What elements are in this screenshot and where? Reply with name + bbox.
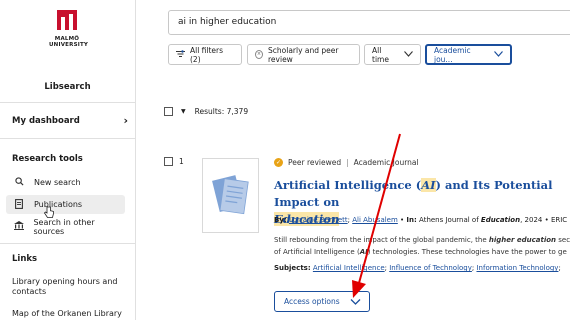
university-logo[interactable]: MALMÖ UNIVERSITY: [49, 8, 89, 48]
abstract-highlight: AI: [359, 248, 368, 256]
access-options-label: Access options: [284, 297, 340, 306]
time-filter-label: All time: [372, 45, 389, 64]
results-count: Results: 7,379: [194, 107, 249, 116]
document-icon: [10, 198, 28, 211]
malmo-logo-icon: [57, 10, 77, 30]
chevron-down-icon: [494, 50, 503, 59]
link-opening-hours[interactable]: Library opening hours and contacts: [12, 277, 127, 297]
result-subjects: Subjects: Artificial Intelligence; Influ…: [274, 264, 561, 272]
title-highlight: AI: [421, 178, 436, 192]
logo-text: MALMÖ UNIVERSITY: [49, 36, 89, 48]
author-link[interactable]: Lorraine Bennett: [289, 216, 348, 224]
result-checkbox[interactable]: [164, 157, 173, 166]
source-type-filter-dropdown[interactable]: Academic jou...: [425, 44, 512, 65]
result-byline: By: Lorraine Bennett; Ali Abusalem • In:…: [274, 216, 568, 224]
search-input[interactable]: ai in higher education: [168, 10, 570, 35]
access-options-button[interactable]: Access options: [274, 291, 370, 312]
title-part: Artificial Intelligence (: [274, 178, 422, 192]
sidebar-divider: [0, 243, 135, 244]
sidebar: MALMÖ UNIVERSITY Libsearch My dashboard …: [0, 0, 136, 320]
link-orkanen-map[interactable]: Map of the Orkanen Library: [12, 309, 127, 319]
abstract-text: of Artificial Intelligence (: [274, 248, 360, 256]
sidebar-item-label: Publications: [34, 200, 83, 209]
result-abstract: Still rebounding from the impact of the …: [274, 234, 570, 258]
abstract-highlight: higher education: [488, 236, 557, 244]
sidebar-divider: [0, 138, 135, 139]
caret-down-icon[interactable]: ▼: [181, 108, 186, 115]
result-meta: ✓ Peer reviewed | Academic Journal: [274, 158, 419, 167]
meta-separator: |: [346, 158, 349, 167]
peer-reviewed-check-icon: ✓: [274, 158, 283, 167]
sidebar-item-new-search[interactable]: New search: [6, 173, 125, 192]
all-filters-label: All filters (2): [190, 45, 224, 64]
logo-line-2: UNIVERSITY: [49, 42, 89, 48]
journal-prefix: Athens Journal of: [419, 216, 481, 224]
sidebar-item-label: New search: [34, 178, 81, 187]
filter-icon: [176, 49, 185, 60]
sidebar-item-label: Search in other sources: [33, 217, 95, 236]
result-thumbnail[interactable]: [202, 158, 259, 233]
select-all-checkbox[interactable]: [164, 107, 173, 116]
subjects-label: Subjects:: [274, 264, 311, 272]
my-dashboard-link[interactable]: My dashboard ›: [12, 114, 128, 127]
hand-cursor-icon: [44, 206, 54, 218]
all-filters-button[interactable]: All filters (2): [168, 44, 242, 65]
app-name[interactable]: Libsearch: [0, 82, 135, 92]
subject-link[interactable]: Influence of Technology: [389, 264, 472, 272]
subject-link[interactable]: Artificial Intelligence: [313, 264, 385, 272]
source-type-label: Academic Journal: [353, 158, 419, 167]
scholarly-filter-button[interactable]: × Scholarly and peer review: [247, 44, 360, 65]
time-filter-dropdown[interactable]: All time: [364, 44, 421, 65]
results-header: ▼ Results: 7,379: [164, 107, 248, 116]
links-title: Links: [12, 254, 38, 264]
sidebar-item-other-sources[interactable]: Search in other sources: [6, 217, 125, 236]
remove-filter-icon: ×: [255, 50, 264, 59]
year-source: , 2024 • ERIC: [520, 216, 568, 224]
abstract-text: ) technologies. These technologies have …: [367, 248, 567, 256]
chevron-right-icon: ›: [123, 114, 128, 127]
journal-highlight: Education: [480, 216, 521, 224]
abstract-text: sect: [558, 236, 570, 244]
sidebar-item-publications[interactable]: Publications: [6, 195, 125, 214]
search-icon: [10, 177, 28, 188]
by-label: By:: [274, 216, 287, 224]
result-number: 1: [179, 157, 184, 166]
abstract-text: Still rebounding from the impact of the …: [274, 236, 489, 244]
author-link[interactable]: Ali Abusalem: [352, 216, 398, 224]
peer-reviewed-label: Peer reviewed: [288, 158, 342, 167]
result-index: 1: [164, 157, 184, 166]
chevron-down-icon: [404, 50, 413, 59]
my-dashboard-label: My dashboard: [12, 115, 80, 126]
research-tools-title: Research tools: [12, 154, 83, 164]
in-label: In:: [406, 216, 417, 224]
subject-link[interactable]: Information Technology: [476, 264, 558, 272]
library-building-icon: [10, 221, 27, 232]
journal-document-icon: [212, 175, 249, 215]
chevron-down-icon: [350, 296, 361, 309]
scholarly-filter-label: Scholarly and peer review: [268, 45, 339, 64]
sidebar-divider: [0, 102, 135, 103]
source-type-filter-label: Academic jou...: [434, 45, 471, 64]
